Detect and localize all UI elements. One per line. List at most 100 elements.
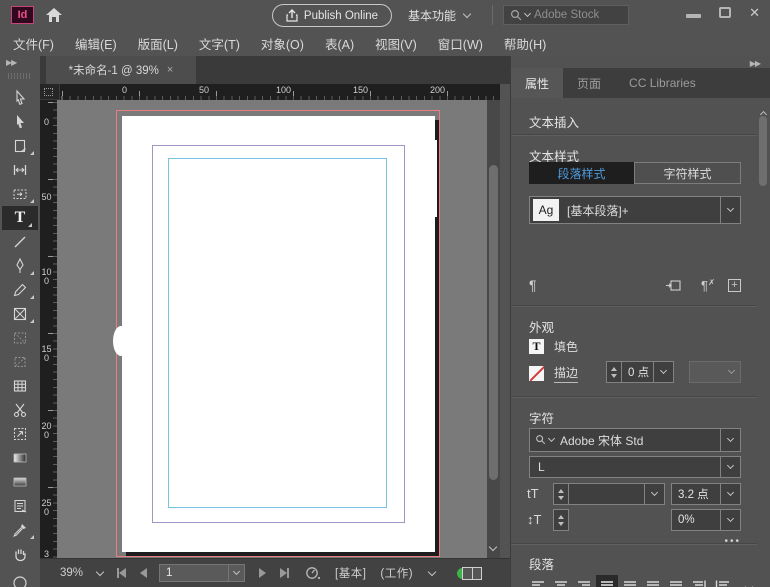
tool-gradient-feather[interactable] bbox=[0, 470, 40, 494]
stroke-row[interactable]: 描边 bbox=[529, 364, 578, 383]
character-styles-tab[interactable]: 字符样式 bbox=[634, 162, 741, 184]
clear-overrides-icon[interactable]: ¶✗ bbox=[701, 278, 708, 293]
font-size-chevron-icon[interactable] bbox=[644, 484, 664, 504]
tab-close-icon[interactable]: × bbox=[167, 64, 173, 76]
align-center-button[interactable] bbox=[550, 575, 572, 587]
paragraph-styles-tab[interactable]: 段落样式 bbox=[529, 162, 634, 184]
canvas-pasteboard[interactable] bbox=[57, 100, 487, 558]
tool-gap[interactable] bbox=[0, 158, 40, 182]
tool-rectangle[interactable] bbox=[0, 326, 40, 350]
leading-field[interactable]: 3.2 点 bbox=[671, 483, 741, 505]
menu-help[interactable]: 帮助(H) bbox=[504, 34, 546, 53]
panel-collapse-icon[interactable]: ▶▶ bbox=[750, 59, 760, 68]
menu-view[interactable]: 视图(V) bbox=[375, 34, 417, 53]
tracking-chevron-icon[interactable] bbox=[720, 510, 740, 530]
stroke-none-icon[interactable] bbox=[529, 366, 544, 381]
justify-last-center-button[interactable] bbox=[619, 575, 641, 587]
scroll-down-icon[interactable] bbox=[489, 543, 497, 551]
menu-table[interactable]: 表(A) bbox=[325, 34, 354, 53]
tool-selection[interactable] bbox=[0, 86, 40, 110]
tool-gradient-swatch[interactable] bbox=[0, 446, 40, 470]
toolbar-expand-icon[interactable]: ▶▶ bbox=[6, 58, 16, 67]
align-right-button[interactable] bbox=[573, 575, 595, 587]
justify-all-button[interactable] bbox=[665, 575, 687, 587]
paragraph-style-dropdown[interactable]: Ag [基本段落]+ bbox=[529, 196, 741, 224]
tab-pages[interactable]: 页面 bbox=[563, 68, 615, 98]
justify-last-right-button[interactable] bbox=[642, 575, 664, 587]
workspace-switcher[interactable]: 基本功能 bbox=[408, 7, 470, 24]
maximize-icon[interactable] bbox=[719, 7, 731, 18]
tool-hand[interactable] bbox=[0, 542, 40, 566]
tool-pencil[interactable] bbox=[0, 278, 40, 302]
first-page-button[interactable] bbox=[117, 568, 126, 578]
menu-file[interactable]: 文件(F) bbox=[13, 34, 54, 53]
vertical-ruler[interactable]: 0 50 100 150 200 250 3 bbox=[40, 100, 57, 558]
fill-color-icon[interactable]: T bbox=[529, 339, 544, 354]
previous-page-button[interactable] bbox=[140, 568, 147, 578]
next-page-button[interactable] bbox=[259, 568, 266, 578]
toolbar-grip[interactable] bbox=[8, 73, 32, 79]
tool-direct-selection[interactable] bbox=[0, 110, 40, 134]
stroke-weight-chevron-icon[interactable] bbox=[653, 362, 673, 382]
preflight-icon[interactable] bbox=[305, 566, 321, 580]
stepper-arrows[interactable] bbox=[607, 362, 622, 382]
fill-row[interactable]: T 填色 bbox=[529, 338, 578, 355]
horizontal-ruler[interactable]: 0 50 100 150 200 bbox=[60, 84, 500, 100]
text-frame[interactable] bbox=[168, 158, 387, 508]
tracking-field[interactable]: 0% bbox=[671, 509, 741, 531]
align-away-spine-button[interactable] bbox=[711, 575, 733, 587]
last-page-button[interactable] bbox=[280, 568, 289, 578]
stepper-arrows[interactable] bbox=[554, 510, 568, 530]
close-icon[interactable]: ✕ bbox=[749, 6, 760, 19]
font-family-chevron-icon[interactable] bbox=[720, 429, 740, 451]
panel-scroll-down-icon[interactable] bbox=[745, 583, 753, 587]
scrollbar-thumb[interactable] bbox=[489, 165, 498, 480]
redefine-style-icon[interactable] bbox=[665, 278, 681, 292]
page-number-field[interactable]: 1 bbox=[159, 564, 245, 582]
tool-free-transform[interactable] bbox=[0, 422, 40, 446]
font-size-field[interactable] bbox=[553, 483, 665, 505]
preflight-preset[interactable]: [基本] bbox=[335, 565, 366, 581]
home-icon[interactable] bbox=[45, 7, 63, 23]
menu-window[interactable]: 窗口(W) bbox=[438, 34, 483, 53]
panel-scrollbar-thumb[interactable] bbox=[759, 116, 767, 186]
leading-chevron-icon[interactable] bbox=[720, 484, 740, 504]
zoom-chevron-icon[interactable] bbox=[96, 567, 104, 575]
new-style-icon[interactable]: + bbox=[728, 279, 741, 292]
publish-online-button[interactable]: Publish Online bbox=[272, 4, 392, 27]
font-style-dropdown[interactable]: L bbox=[529, 456, 741, 478]
align-toward-spine-button[interactable] bbox=[688, 575, 710, 587]
tool-zoom[interactable] bbox=[0, 566, 40, 587]
align-left-button[interactable] bbox=[527, 575, 549, 587]
tool-content-collector[interactable] bbox=[0, 182, 40, 206]
paragraph-mark-icon[interactable]: ¶ bbox=[529, 277, 537, 293]
menu-layout[interactable]: 版面(L) bbox=[138, 34, 178, 53]
tool-pen[interactable] bbox=[0, 254, 40, 278]
tool-line[interactable] bbox=[0, 230, 40, 254]
minimize-icon[interactable] bbox=[686, 14, 701, 18]
fill-label[interactable]: 填色 bbox=[554, 338, 578, 355]
tab-properties[interactable]: 属性 bbox=[511, 68, 563, 98]
tool-polygon[interactable] bbox=[0, 350, 40, 374]
stepper-arrows[interactable] bbox=[554, 484, 569, 504]
tool-page[interactable] bbox=[0, 134, 40, 158]
preflight-profile[interactable]: (工作) bbox=[380, 565, 413, 581]
stroke-weight-stepper[interactable]: 0 点 bbox=[606, 361, 674, 383]
tool-scissors[interactable] bbox=[0, 398, 40, 422]
tool-note[interactable] bbox=[0, 494, 40, 518]
menu-object[interactable]: 对象(O) bbox=[261, 34, 304, 53]
more-options-icon[interactable]: ••• bbox=[724, 536, 741, 547]
menu-edit[interactable]: 编辑(E) bbox=[75, 34, 117, 53]
tracking-stepper[interactable] bbox=[553, 509, 569, 531]
tab-cc-libraries[interactable]: CC Libraries bbox=[615, 68, 710, 98]
ruler-origin-box[interactable] bbox=[40, 84, 60, 100]
tool-eyedropper[interactable] bbox=[0, 518, 40, 542]
font-family-dropdown[interactable]: Adobe 宋体 Std bbox=[529, 428, 741, 452]
stroke-label[interactable]: 描边 bbox=[554, 364, 578, 383]
justify-last-left-button[interactable] bbox=[596, 575, 618, 587]
menu-type[interactable]: 文字(T) bbox=[199, 34, 240, 53]
stroke-type-dropdown[interactable] bbox=[689, 361, 741, 383]
font-style-chevron-icon[interactable] bbox=[720, 457, 740, 477]
zoom-level[interactable]: 39% bbox=[60, 567, 83, 579]
adobe-stock-search-input[interactable]: Adobe Stock bbox=[503, 5, 629, 25]
